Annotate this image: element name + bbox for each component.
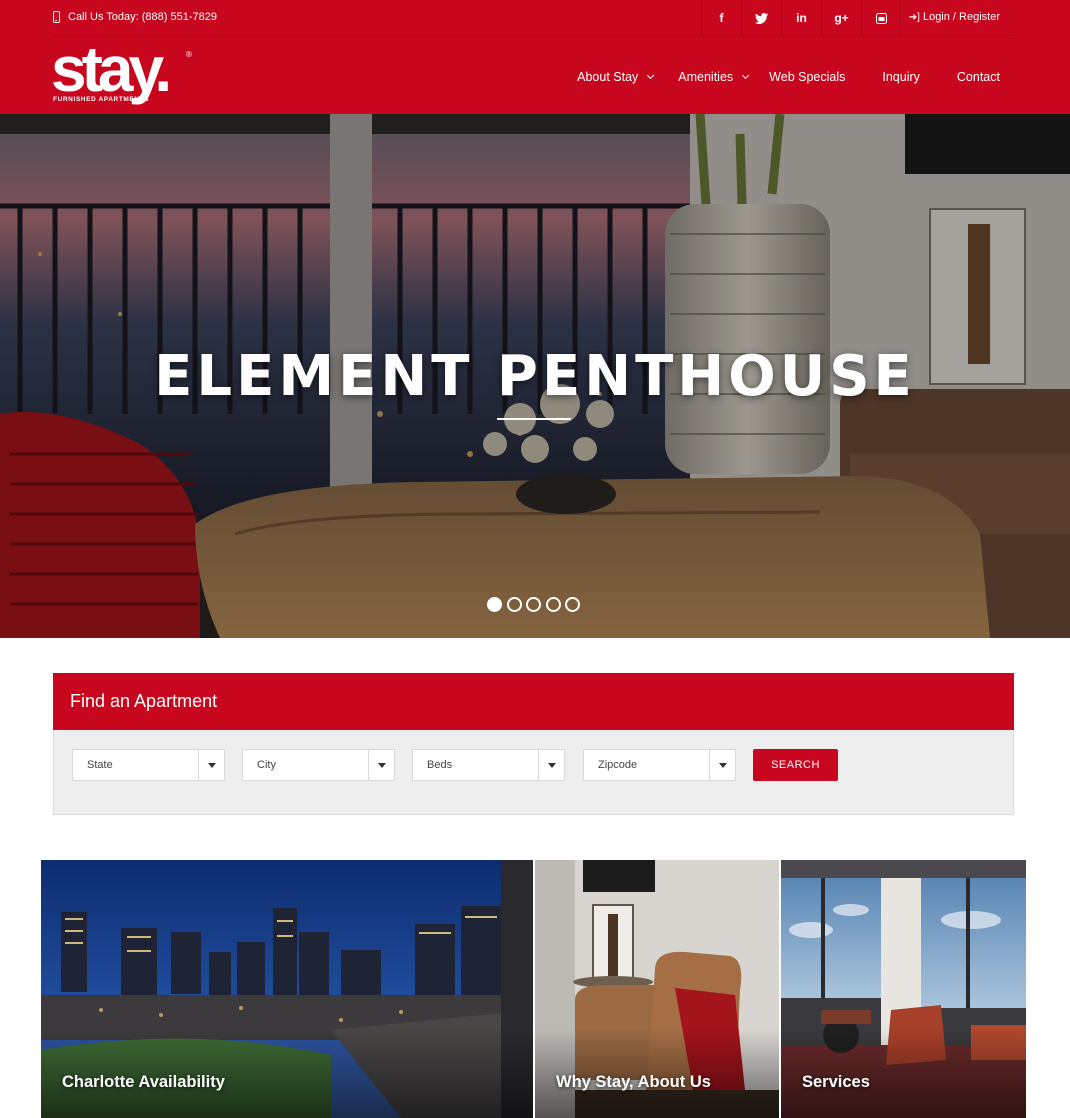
nav-contact[interactable]: Contact (957, 70, 1000, 84)
search-button[interactable]: SEARCH (753, 749, 838, 781)
hero-slider[interactable]: ELEMENT PENTHOUSE (0, 114, 1070, 638)
state-select[interactable]: State (72, 749, 225, 781)
logo-word: stay. (51, 33, 172, 105)
youtube-icon[interactable] (861, 0, 901, 36)
top-bar: Call Us Today: (888) 551-7829 f in g+ ➔]… (53, 0, 1014, 36)
nav-label: Inquiry (882, 70, 920, 84)
select-value: City (257, 759, 276, 771)
chevron-down-icon (647, 71, 655, 80)
nav-amenities[interactable]: Amenities (678, 70, 750, 84)
registered-mark: ® (186, 50, 192, 59)
hero-divider (497, 418, 571, 420)
mobile-phone-icon (53, 11, 60, 23)
search-form: State City Beds Zipcode SEARCH (54, 730, 1013, 814)
login-text: Login / Register (922, 11, 1000, 23)
linkedin-icon[interactable]: in (781, 0, 821, 36)
social-links: f in g+ (701, 0, 901, 36)
main-nav: About Stay Amenities Web Specials Inquir… (577, 62, 1000, 92)
slide-dot[interactable] (487, 597, 502, 612)
login-register-link[interactable]: ➔] Login / Register (909, 11, 1000, 23)
zipcode-select[interactable]: Zipcode (583, 749, 736, 781)
phone-contact[interactable]: Call Us Today: (888) 551-7829 (53, 11, 217, 23)
caret-down-icon[interactable] (198, 750, 224, 780)
slide-dot[interactable] (545, 597, 561, 612)
beds-select[interactable]: Beds (412, 749, 565, 781)
nav-label: Web Specials (769, 70, 846, 84)
chevron-down-icon (742, 71, 750, 80)
select-value: State (87, 759, 113, 771)
phone-text: Call Us Today: (888) 551-7829 (68, 11, 217, 23)
caret-down-icon[interactable] (538, 750, 564, 780)
twitter-icon[interactable] (741, 0, 781, 36)
logo-tagline: FURNISHED APARTMENTS (53, 96, 150, 103)
find-apartment-panel: Find an Apartment State City Beds Zipcod… (53, 673, 1014, 815)
stay-logo[interactable]: stay. ® FURNISHED APARTMENTS (51, 33, 203, 108)
nav-label: About Stay (577, 70, 639, 84)
nav-label: Amenities (678, 70, 734, 84)
select-value: Zipcode (598, 759, 638, 771)
nav-about-stay[interactable]: About Stay (577, 70, 655, 84)
tile-label: Why Stay, About Us (556, 1073, 711, 1091)
tile-charlotte-availability[interactable]: Charlotte Availability (41, 860, 533, 1118)
site-header: Call Us Today: (888) 551-7829 f in g+ ➔]… (0, 0, 1070, 114)
find-apartment-title: Find an Apartment (53, 673, 1014, 730)
select-value: Beds (427, 759, 453, 771)
tile-services[interactable]: Services (781, 860, 1026, 1118)
hero-title: ELEMENT PENTHOUSE (154, 344, 916, 409)
slider-pagination (487, 597, 585, 612)
slide-dot[interactable] (506, 597, 522, 612)
nav-label: Contact (956, 70, 1000, 84)
google-plus-icon[interactable]: g+ (821, 0, 861, 36)
city-select[interactable]: City (242, 749, 395, 781)
caret-down-icon[interactable] (709, 750, 735, 780)
facebook-icon[interactable]: f (701, 0, 741, 36)
tile-label: Charlotte Availability (62, 1073, 225, 1091)
slide-dot[interactable] (526, 597, 541, 612)
slide-dot[interactable] (565, 597, 580, 612)
nav-web-specials[interactable]: Web Specials (769, 70, 845, 84)
tile-label: Services (802, 1073, 870, 1091)
nav-inquiry[interactable]: Inquiry (882, 70, 920, 84)
tile-why-stay[interactable]: Why Stay, About Us (535, 860, 779, 1118)
caret-down-icon[interactable] (368, 750, 394, 780)
sign-in-icon: ➔] (908, 11, 920, 23)
